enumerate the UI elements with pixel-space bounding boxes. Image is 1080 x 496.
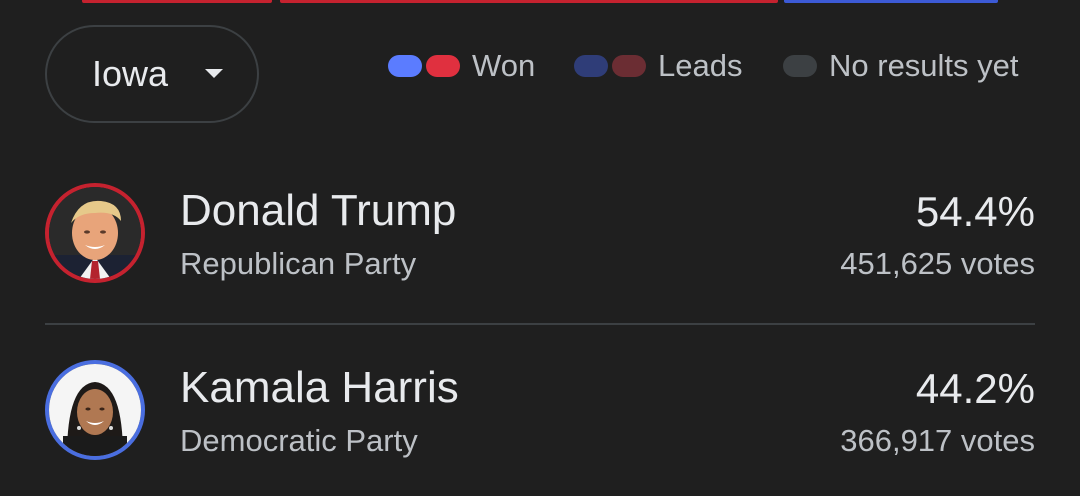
candidate-photo-icon (45, 360, 145, 460)
candidate-row[interactable]: Donald Trump Republican Party 54.4% 451,… (45, 180, 1035, 290)
swatch-rep-leads (612, 55, 646, 77)
progress-segment-republican (280, 0, 778, 3)
row-divider (45, 323, 1035, 325)
candidate-percent: 54.4% (915, 188, 1035, 235)
candidate-votes: 451,625 votes (840, 246, 1035, 281)
chevron-down-icon (205, 69, 223, 78)
legend-leads-swatches (574, 55, 646, 77)
legend-won: Won (388, 46, 535, 86)
swatch-dem-leads (574, 55, 608, 77)
progress-segment-democrat (784, 0, 998, 3)
legend-leads-label: Leads (658, 48, 743, 83)
candidate-name: Donald Trump (180, 186, 457, 235)
candidate-party: Democratic Party (180, 423, 418, 458)
candidate-votes: 366,917 votes (840, 423, 1035, 458)
legend-leads: Leads (574, 46, 742, 86)
state-dropdown[interactable]: Iowa (45, 25, 259, 123)
candidate-photo-icon (45, 183, 145, 283)
legend-no-results: No results yet (783, 46, 1019, 86)
swatch-no-results (783, 55, 817, 77)
legend-won-label: Won (472, 48, 536, 83)
legend-won-swatches (388, 55, 460, 77)
candidate-row[interactable]: Kamala Harris Democratic Party 44.2% 366… (45, 357, 1035, 467)
progress-segment-republican (82, 0, 272, 3)
candidate-percent: 44.2% (915, 365, 1035, 412)
swatch-rep-won (426, 55, 460, 77)
swatch-dem-won (388, 55, 422, 77)
legend-no-results-swatches (783, 55, 817, 77)
candidate-party: Republican Party (180, 246, 417, 281)
state-dropdown-label: Iowa (92, 53, 169, 94)
candidate-name: Kamala Harris (180, 363, 459, 412)
legend-no-results-label: No results yet (829, 48, 1019, 83)
results-progress-bar (0, 0, 1080, 3)
